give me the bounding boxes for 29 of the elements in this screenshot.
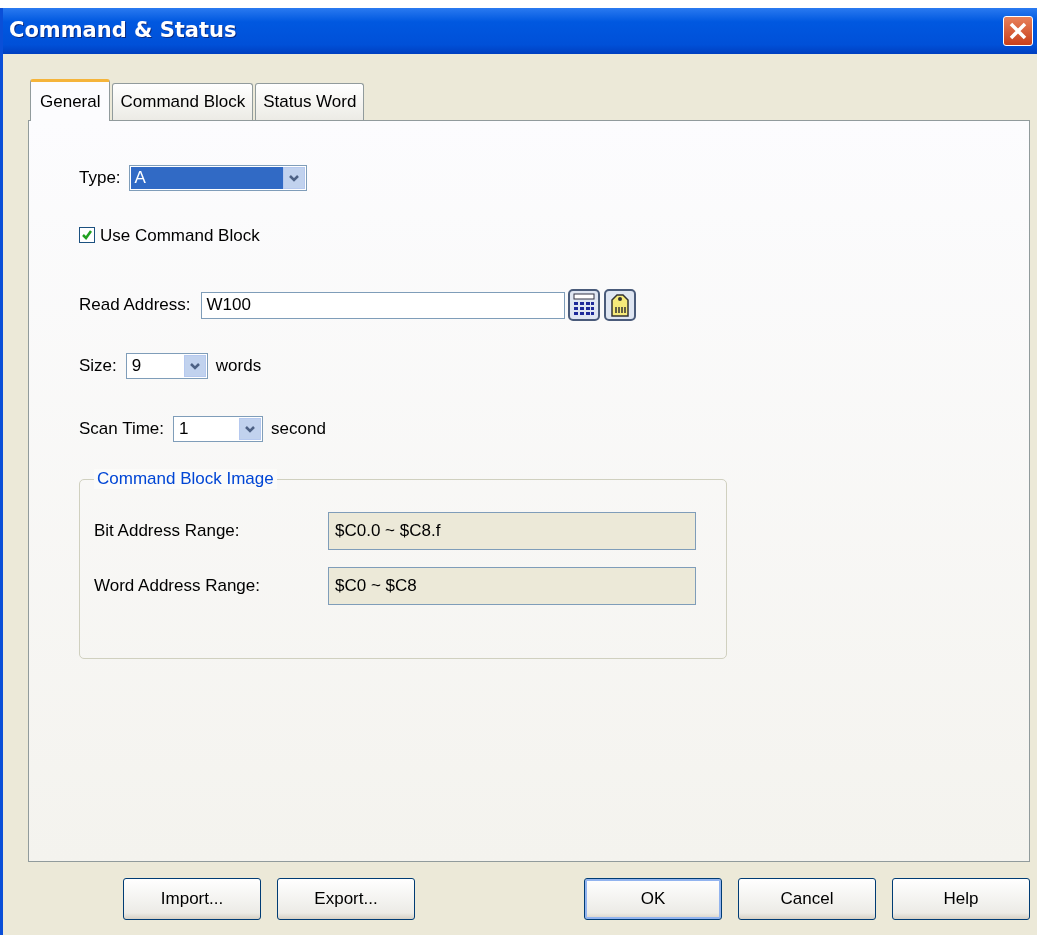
checkbox[interactable]	[79, 227, 95, 244]
tab[interactable]: Command Block	[112, 83, 254, 120]
field-label: Type:	[79, 166, 121, 189]
address-field[interactable]: W100	[200, 291, 565, 319]
field-label: Read Address:	[79, 294, 191, 317]
dialog-button[interactable]: Export...	[277, 877, 415, 920]
field-label: Word Address Range:	[94, 575, 261, 598]
dropdown-field[interactable]: 1	[173, 416, 264, 442]
checkbox-label: Use Command Block	[100, 224, 260, 247]
field-label: Size:	[79, 355, 117, 378]
close-icon[interactable]	[1003, 16, 1033, 46]
field-label: Scan Time:	[79, 418, 165, 441]
readonly-field: $C0 ~ $C8	[328, 567, 696, 605]
unit-label: second	[271, 418, 326, 441]
dropdown-field[interactable]: A	[128, 164, 307, 191]
dialog-button[interactable]: OK	[584, 877, 722, 920]
dropdown-field[interactable]: 9	[125, 353, 208, 379]
group-title: Command Block Image	[94, 469, 277, 489]
readonly-field: $C0.0 ~ $C8.f	[328, 512, 696, 550]
dialog-button[interactable]: Import...	[123, 877, 261, 920]
window-title: Command & Status	[9, 17, 237, 45]
tab[interactable]: General	[30, 79, 111, 121]
dialog-button[interactable]: Help	[892, 877, 1030, 920]
tab[interactable]: Status Word	[255, 83, 365, 120]
unit-label: words	[215, 355, 262, 378]
field-label: Bit Address Range:	[94, 520, 241, 543]
calculator-icon[interactable]	[566, 288, 601, 322]
dialog-button[interactable]: Cancel	[738, 877, 876, 920]
tag-icon[interactable]	[602, 288, 637, 322]
